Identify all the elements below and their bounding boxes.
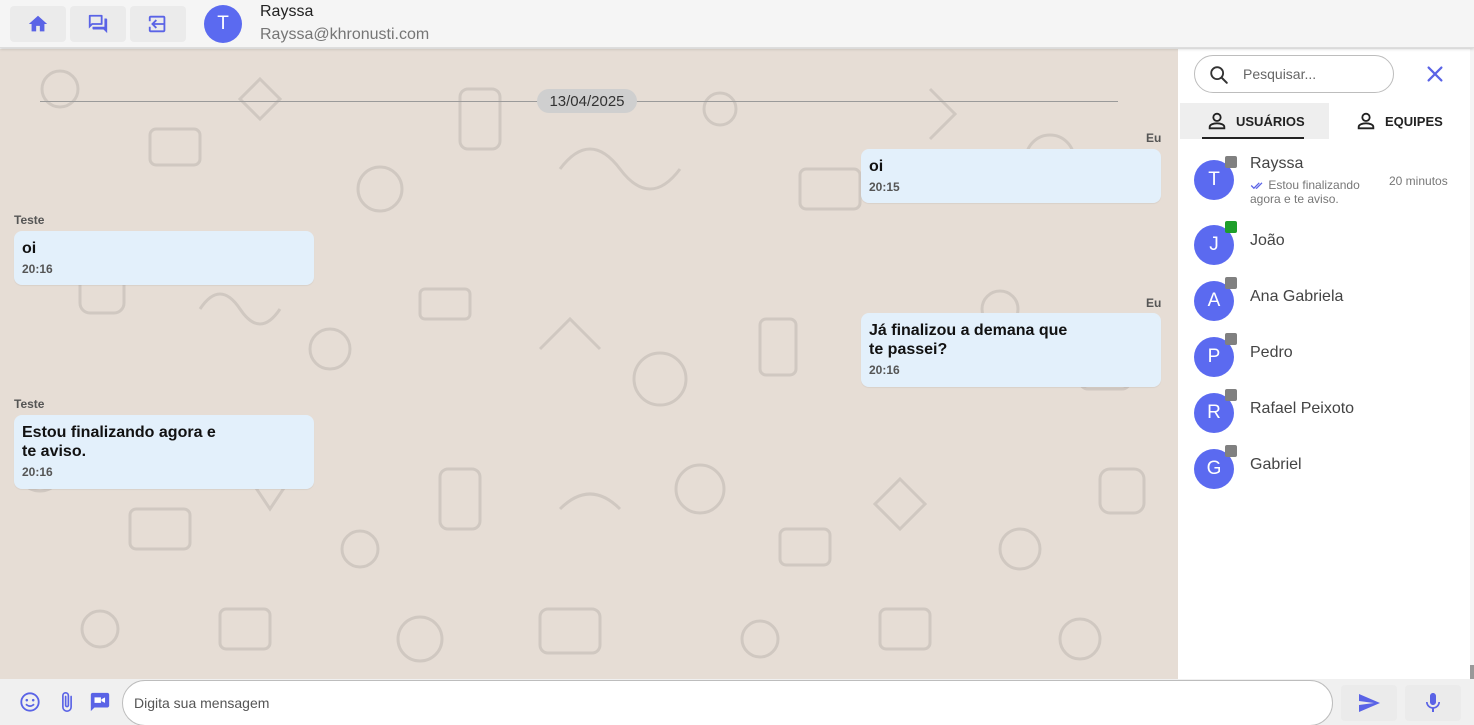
- message-text: Estou finalizando agora e te aviso.: [22, 424, 216, 460]
- chat-area: 13/04/2025 Eu oi 20:15 Teste oi 20:16 Eu…: [0, 49, 1178, 679]
- header-user-email: Rayssa@khronusti.com: [260, 26, 430, 43]
- person-icon: [1208, 112, 1226, 130]
- user-list-item[interactable]: P Pedro: [1178, 333, 1470, 393]
- message-time: 20:16: [869, 363, 900, 377]
- logout-button[interactable]: [130, 6, 186, 42]
- microphone-button[interactable]: [1405, 685, 1461, 721]
- message-sender: Eu: [1146, 131, 1162, 145]
- message-text: oi: [22, 240, 37, 257]
- panel-scrollbar[interactable]: [1470, 665, 1474, 679]
- user-list-item[interactable]: T Rayssa Estou finalizando agora e te av…: [1178, 155, 1470, 216]
- user-status-offline: [1225, 445, 1237, 457]
- contacts-panel: USUÁRIOS EQUIPES T Rayssa Estou finaliza…: [1178, 49, 1470, 679]
- message-sender: Teste: [14, 213, 45, 227]
- user-name: Ana Gabriela: [1250, 288, 1344, 305]
- send-icon: [1359, 694, 1380, 712]
- message-bubble-incoming: Estou finalizando agora e te aviso. 20:1…: [14, 415, 314, 489]
- last-message-preview: Estou finalizando agora e te aviso.: [1250, 178, 1374, 206]
- message-time: 20:16: [22, 262, 53, 276]
- user-name: Gabriel: [1250, 456, 1302, 473]
- home-icon: [28, 15, 48, 32]
- double-check-icon: [1250, 182, 1263, 190]
- last-message-time: 20 minutos: [1389, 174, 1448, 188]
- user-list-item[interactable]: G Gabriel: [1178, 445, 1470, 505]
- user-name: Pedro: [1250, 344, 1293, 361]
- search-icon: [1210, 66, 1228, 84]
- user-name: João: [1250, 232, 1285, 249]
- search-input[interactable]: [1243, 64, 1383, 84]
- tab-teams-label: EQUIPES: [1385, 113, 1443, 129]
- top-header: T Rayssa Rayssa@khronusti.com: [0, 0, 1474, 48]
- last-message-text: Estou finalizando agora e te aviso.: [1250, 178, 1360, 206]
- message-text: oi: [869, 158, 884, 175]
- active-tab-indicator: [1202, 137, 1304, 139]
- message-text: Já finalizou a demana que te passei?: [869, 322, 1068, 358]
- chat-icon: [88, 14, 108, 34]
- message-time: 20:16: [22, 465, 53, 479]
- user-list-item[interactable]: J João: [1178, 221, 1470, 281]
- attachment-icon[interactable]: [56, 691, 78, 713]
- user-status-online: [1225, 221, 1237, 233]
- message-bubble-outgoing: Já finalizou a demana que te passei? 20:…: [861, 313, 1161, 387]
- header-avatar[interactable]: T: [204, 5, 242, 43]
- home-button[interactable]: [10, 6, 66, 42]
- header-user-name: Rayssa: [260, 3, 314, 20]
- close-icon[interactable]: [1424, 63, 1446, 85]
- tab-users[interactable]: USUÁRIOS: [1180, 103, 1329, 139]
- emoji-icon[interactable]: [19, 691, 41, 713]
- message-bubble-outgoing: oi 20:15: [861, 149, 1161, 203]
- message-input[interactable]: [122, 680, 1333, 725]
- user-status-offline: [1225, 333, 1237, 345]
- tab-teams[interactable]: EQUIPES: [1329, 103, 1470, 139]
- user-name: Rafael Peixoto: [1250, 400, 1355, 417]
- user-name: Rayssa: [1250, 155, 1304, 172]
- composer-bar: [0, 679, 1474, 725]
- user-list-item[interactable]: A Ana Gabriela: [1178, 277, 1470, 337]
- send-button[interactable]: [1341, 685, 1397, 721]
- date-chip: 13/04/2025: [537, 89, 637, 113]
- user-status-offline: [1225, 156, 1237, 168]
- video-message-icon[interactable]: [89, 691, 111, 713]
- logout-icon: [148, 15, 166, 33]
- chats-button[interactable]: [70, 6, 126, 42]
- tab-users-label: USUÁRIOS: [1236, 113, 1305, 129]
- microphone-icon: [1426, 693, 1440, 712]
- message-sender: Eu: [1146, 296, 1162, 310]
- user-status-offline: [1225, 389, 1237, 401]
- person-icon: [1357, 112, 1375, 130]
- message-time: 20:15: [869, 180, 900, 194]
- search-box: [1194, 55, 1394, 93]
- message-sender: Teste: [14, 397, 45, 411]
- message-bubble-incoming: oi 20:16: [14, 231, 314, 285]
- user-list-item[interactable]: R Rafael Peixoto: [1178, 389, 1470, 449]
- user-status-offline: [1225, 277, 1237, 289]
